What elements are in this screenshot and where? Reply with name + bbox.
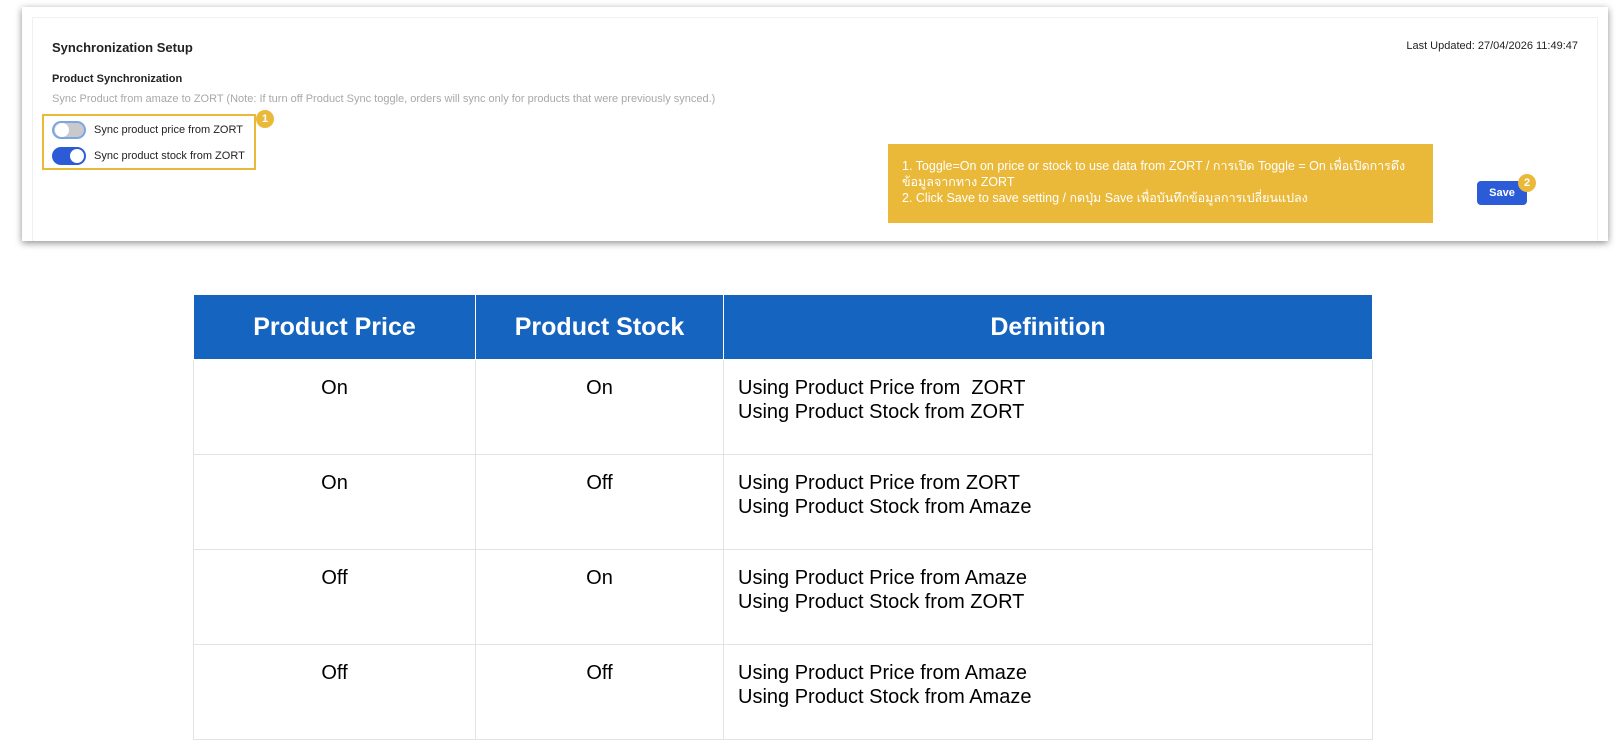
- definition-line: Using Product Price from Amaze: [738, 567, 1027, 589]
- table-row: On On Using Product Price from ZORT Usin…: [193, 359, 1373, 455]
- sync-note: Sync Product from amaze to ZORT (Note: I…: [52, 93, 716, 105]
- definition-line: Using Product Price from ZORT: [738, 472, 1020, 494]
- step-badge-2: 2: [1518, 174, 1536, 192]
- toggle-row-price: Sync product price from ZORT: [52, 121, 243, 139]
- callout-line-2: 2. Click Save to save setting / กดปุ่ม S…: [902, 191, 1308, 205]
- definition-line: Using Product Stock from ZORT: [738, 401, 1025, 423]
- definition-line: Using Product Stock from ZORT: [738, 591, 1025, 613]
- price-sync-label: Sync product price from ZORT: [94, 124, 243, 136]
- price-cell: On: [193, 359, 476, 455]
- price-cell: Off: [193, 644, 476, 740]
- table-row: Off On Using Product Price from Amaze Us…: [193, 549, 1373, 645]
- header-definition: Definition: [723, 294, 1373, 360]
- callout-line-1: 1. Toggle=On on price or stock to use da…: [902, 159, 1406, 189]
- stock-cell: On: [475, 359, 724, 455]
- definition-line: Using Product Price from Amaze: [738, 662, 1027, 684]
- instruction-callout: 1. Toggle=On on price or stock to use da…: [888, 144, 1433, 223]
- table-header-row: Product Price Product Stock Definition: [193, 294, 1373, 360]
- definition-cell: Using Product Price from ZORT Using Prod…: [723, 454, 1373, 550]
- price-cell: On: [193, 454, 476, 550]
- section-title: Product Synchronization: [52, 73, 183, 85]
- last-updated-text: Last Updated: 27/04/2026 11:49:47: [1406, 40, 1578, 52]
- stock-cell: Off: [475, 644, 724, 740]
- definition-cell: Using Product Price from Amaze Using Pro…: [723, 549, 1373, 645]
- price-sync-toggle[interactable]: [52, 121, 86, 139]
- definition-table: Product Price Product Stock Definition O…: [193, 294, 1373, 740]
- step-badge-1: 1: [256, 110, 274, 128]
- definition-line: Using Product Stock from Amaze: [738, 496, 1032, 518]
- definition-line: Using Product Stock from Amaze: [738, 686, 1032, 708]
- stock-cell: On: [475, 549, 724, 645]
- stock-cell: Off: [475, 454, 724, 550]
- price-cell: Off: [193, 549, 476, 645]
- toggle-row-stock: Sync product stock from ZORT: [52, 147, 245, 165]
- definition-cell: Using Product Price from ZORT Using Prod…: [723, 359, 1373, 455]
- header-product-stock: Product Stock: [475, 294, 724, 360]
- stock-sync-toggle[interactable]: [52, 147, 86, 165]
- table-row: On Off Using Product Price from ZORT Usi…: [193, 454, 1373, 550]
- page-title: Synchronization Setup: [52, 40, 193, 55]
- table-row: Off Off Using Product Price from Amaze U…: [193, 644, 1373, 740]
- definition-cell: Using Product Price from Amaze Using Pro…: [723, 644, 1373, 740]
- stock-sync-label: Sync product stock from ZORT: [94, 150, 245, 162]
- definition-line: Using Product Price from ZORT: [738, 377, 1026, 399]
- header-product-price: Product Price: [193, 294, 476, 360]
- toggle-knob: [55, 123, 69, 137]
- toggle-knob: [70, 149, 84, 163]
- sync-setup-panel: Synchronization Setup Last Updated: 27/0…: [22, 7, 1608, 241]
